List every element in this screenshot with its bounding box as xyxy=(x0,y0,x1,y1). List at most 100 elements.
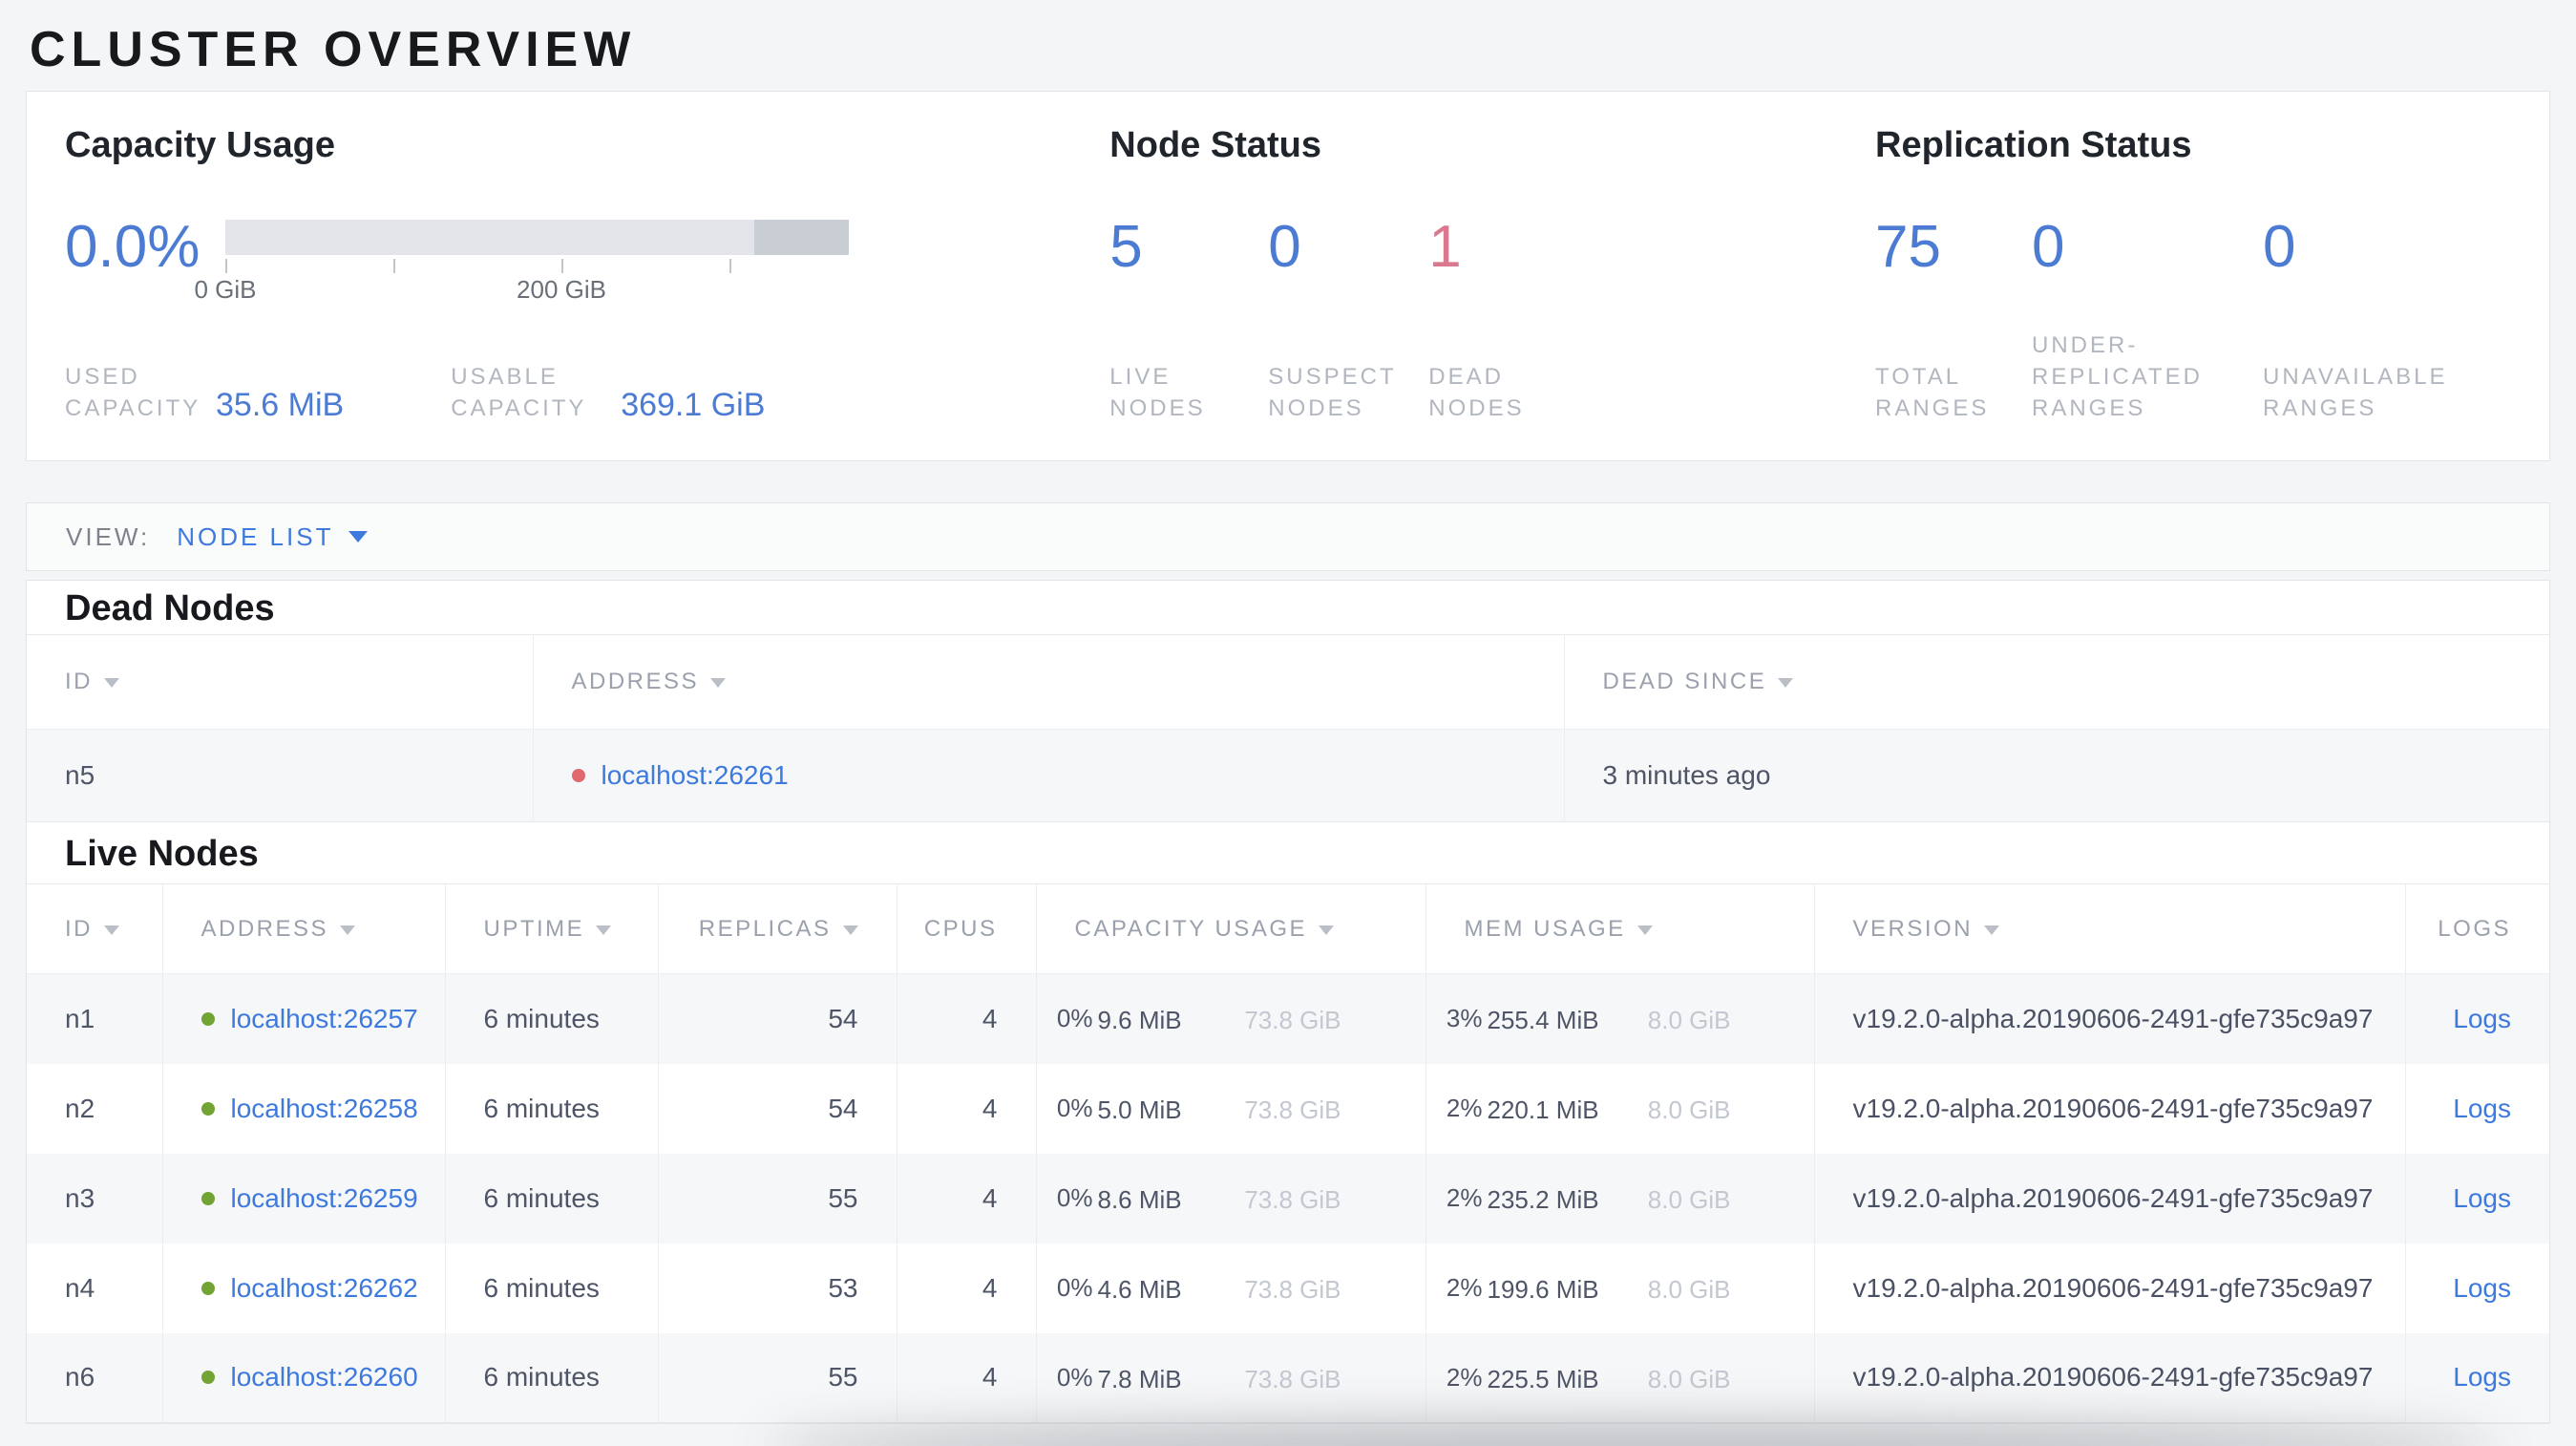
col-header-label: ID xyxy=(65,915,93,942)
dead-nodes-label: DEAD NODES xyxy=(1428,364,1525,421)
col-header-label: MEM USAGE xyxy=(1464,915,1626,942)
col-header-dead_since[interactable]: DEAD SINCE xyxy=(1563,634,2549,730)
node-capacity-usage-cell: 0% 9.6 MiB 73.8 GiB xyxy=(1035,973,1425,1064)
node-address-cell: localhost:26258 xyxy=(161,1063,445,1154)
node-replicas: 54 xyxy=(657,973,897,1064)
dead-nodes-header-row: ID ADDRESS DEAD SINCE xyxy=(27,634,2549,730)
node-cpus: 4 xyxy=(896,1063,1036,1154)
node-version: v19.2.0-alpha.20190606-2491-gfe735c9a97 xyxy=(1813,1063,2405,1154)
node-logs-link[interactable]: Logs xyxy=(2453,1183,2511,1213)
col-header-replicas[interactable]: REPLICAS xyxy=(657,883,897,974)
col-header-address[interactable]: ADDRESS xyxy=(532,634,1564,730)
usable-capacity-stat: USABLE CAPACITY 369.1 GiB xyxy=(451,361,765,424)
capacity-gauge-ticks xyxy=(225,256,849,273)
col-header-memory[interactable]: MEM USAGE xyxy=(1425,883,1814,974)
mem-total-value: 8.0 GiB xyxy=(1647,1364,1731,1393)
node-logs-link[interactable]: Logs xyxy=(2453,1094,2511,1123)
col-header-version[interactable]: VERSION xyxy=(1813,883,2405,974)
capacity-total-value: 73.8 GiB xyxy=(1244,1275,1341,1304)
node-id: n2 xyxy=(65,1093,95,1123)
sort-caret-icon xyxy=(104,925,119,935)
col-header-label: LOGS xyxy=(2438,915,2511,942)
node-address-cell: localhost:26262 xyxy=(161,1243,445,1333)
node-address-link[interactable]: localhost:26257 xyxy=(231,1004,418,1033)
node-uptime: 6 minutes xyxy=(444,1063,658,1154)
node-id: n3 xyxy=(65,1182,95,1213)
node-address-cell: localhost:26257 xyxy=(161,973,445,1064)
sort-caret-icon xyxy=(1984,925,2000,935)
node-logs-link[interactable]: Logs xyxy=(2453,1362,2511,1392)
col-header-address[interactable]: ADDRESS xyxy=(161,883,445,974)
node-replicas: 53 xyxy=(657,1243,897,1333)
usable-capacity-value: 369.1 GiB xyxy=(621,387,766,423)
usable-capacity-label: USABLE CAPACITY xyxy=(451,364,587,421)
under-replicated-ranges-stat: 0 UNDER-REPLICATED RANGES xyxy=(2032,218,2263,424)
sort-caret-icon xyxy=(1319,925,1334,935)
capacity-used-value: 9.6 MiB xyxy=(1097,1006,1182,1035)
unavailable-ranges-value: 0 xyxy=(2263,214,2296,280)
sort-caret-icon xyxy=(340,925,356,935)
node-replicas: 55 xyxy=(657,1332,897,1423)
replication-status-section: Replication Status 75 TOTAL RANGES 0 UND… xyxy=(1875,124,2511,424)
tick-label-start: 0 GiB xyxy=(194,275,257,304)
col-header-logs: LOGS xyxy=(2404,883,2549,974)
suspect-nodes-label: SUSPECT NODES xyxy=(1268,364,1397,421)
tick-mark xyxy=(225,259,227,273)
chevron-down-icon[interactable] xyxy=(348,531,369,542)
node-address-link[interactable]: localhost:26259 xyxy=(231,1183,418,1213)
cluster-overview-page: CLUSTER OVERVIEW Capacity Usage 0.0% 0 G… xyxy=(0,0,2576,1446)
dead-node-row: n5 localhost:26261 3 minutes ago xyxy=(27,729,2549,822)
node-cpus: 4 xyxy=(896,1243,1036,1333)
node-logs-link[interactable]: Logs xyxy=(2453,1004,2511,1033)
col-header-label: ADDRESS xyxy=(571,669,700,694)
col-header-label: CPUS xyxy=(923,915,998,942)
live-node-row: n3 localhost:26259 6 minutes 55 4 0% 8.6… xyxy=(27,1153,2549,1244)
node-replicas: 55 xyxy=(657,1153,897,1244)
mem-percent-label: 2% xyxy=(1446,1183,1483,1212)
capacity-gauge-bar xyxy=(225,220,849,255)
col-header-uptime[interactable]: UPTIME xyxy=(444,883,658,974)
live-node-row: n6 localhost:26260 6 minutes 55 4 0% 7.8… xyxy=(27,1332,2549,1423)
replication-status-title: Replication Status xyxy=(1875,125,2192,165)
page-title: CLUSTER OVERVIEW xyxy=(30,22,637,77)
node-address-link[interactable]: localhost:26260 xyxy=(231,1362,418,1392)
mem-used-value: 199.6 MiB xyxy=(1487,1275,1599,1304)
capacity-used-value: 5.0 MiB xyxy=(1097,1095,1182,1124)
col-header-capacity[interactable]: CAPACITY USAGE xyxy=(1035,883,1425,974)
col-header-label: CAPACITY USAGE xyxy=(1074,915,1307,942)
suspect-nodes-stat: 0 SUSPECT NODES xyxy=(1268,218,1428,424)
node-logs-link[interactable]: Logs xyxy=(2453,1273,2511,1303)
used-capacity-label: USED CAPACITY xyxy=(65,364,201,421)
capacity-stats: USED CAPACITY 35.6 MiB USABLE CAPACITY 3… xyxy=(65,361,1109,424)
mem-used-value: 255.4 MiB xyxy=(1487,1006,1599,1035)
capacity-used-value: 7.8 MiB xyxy=(1097,1364,1182,1393)
live-node-row: n2 localhost:26258 6 minutes 54 4 0% 5.0… xyxy=(27,1063,2549,1154)
col-header-id[interactable]: ID xyxy=(27,634,533,730)
total-ranges-value: 75 xyxy=(1875,214,1941,280)
node-address-link[interactable]: localhost:26262 xyxy=(231,1273,418,1303)
mem-percent-label: 2% xyxy=(1446,1094,1483,1122)
node-logs-cell: Logs xyxy=(2404,1153,2549,1244)
capacity-total-value: 73.8 GiB xyxy=(1244,1364,1341,1393)
view-label: VIEW: xyxy=(66,521,151,551)
view-selector[interactable]: NODE LIST xyxy=(177,522,333,552)
node-version: v19.2.0-alpha.20190606-2491-gfe735c9a97 xyxy=(1813,1332,2405,1423)
live-nodes-stat: 5 LIVE NODES xyxy=(1109,218,1268,424)
sort-caret-icon xyxy=(1778,678,1794,688)
col-header-id[interactable]: ID xyxy=(27,883,162,974)
col-header-label: ID xyxy=(65,669,93,694)
node-live-dot-icon xyxy=(201,1101,215,1116)
node-id: n6 xyxy=(27,1332,162,1423)
total-ranges-stat: 75 TOTAL RANGES xyxy=(1875,214,2032,424)
node-uptime: 6 minutes xyxy=(444,1332,658,1423)
mem-used-value: 220.1 MiB xyxy=(1487,1095,1599,1124)
node-address-link[interactable]: localhost:26258 xyxy=(231,1094,418,1123)
cluster-summary-panel: Capacity Usage 0.0% 0 GiB 200 GiB USED C… xyxy=(26,91,2550,461)
capacity-total-value: 73.8 GiB xyxy=(1244,1095,1341,1124)
capacity-gauge: 0.0% 0 GiB 200 GiB xyxy=(65,218,1109,304)
sort-caret-icon xyxy=(104,678,119,688)
node-address-link[interactable]: localhost:26261 xyxy=(602,760,789,790)
node-dead-since: 3 minutes ago xyxy=(1563,729,2549,822)
sort-caret-icon xyxy=(1636,925,1653,935)
mem-used-value: 235.2 MiB xyxy=(1487,1185,1599,1214)
